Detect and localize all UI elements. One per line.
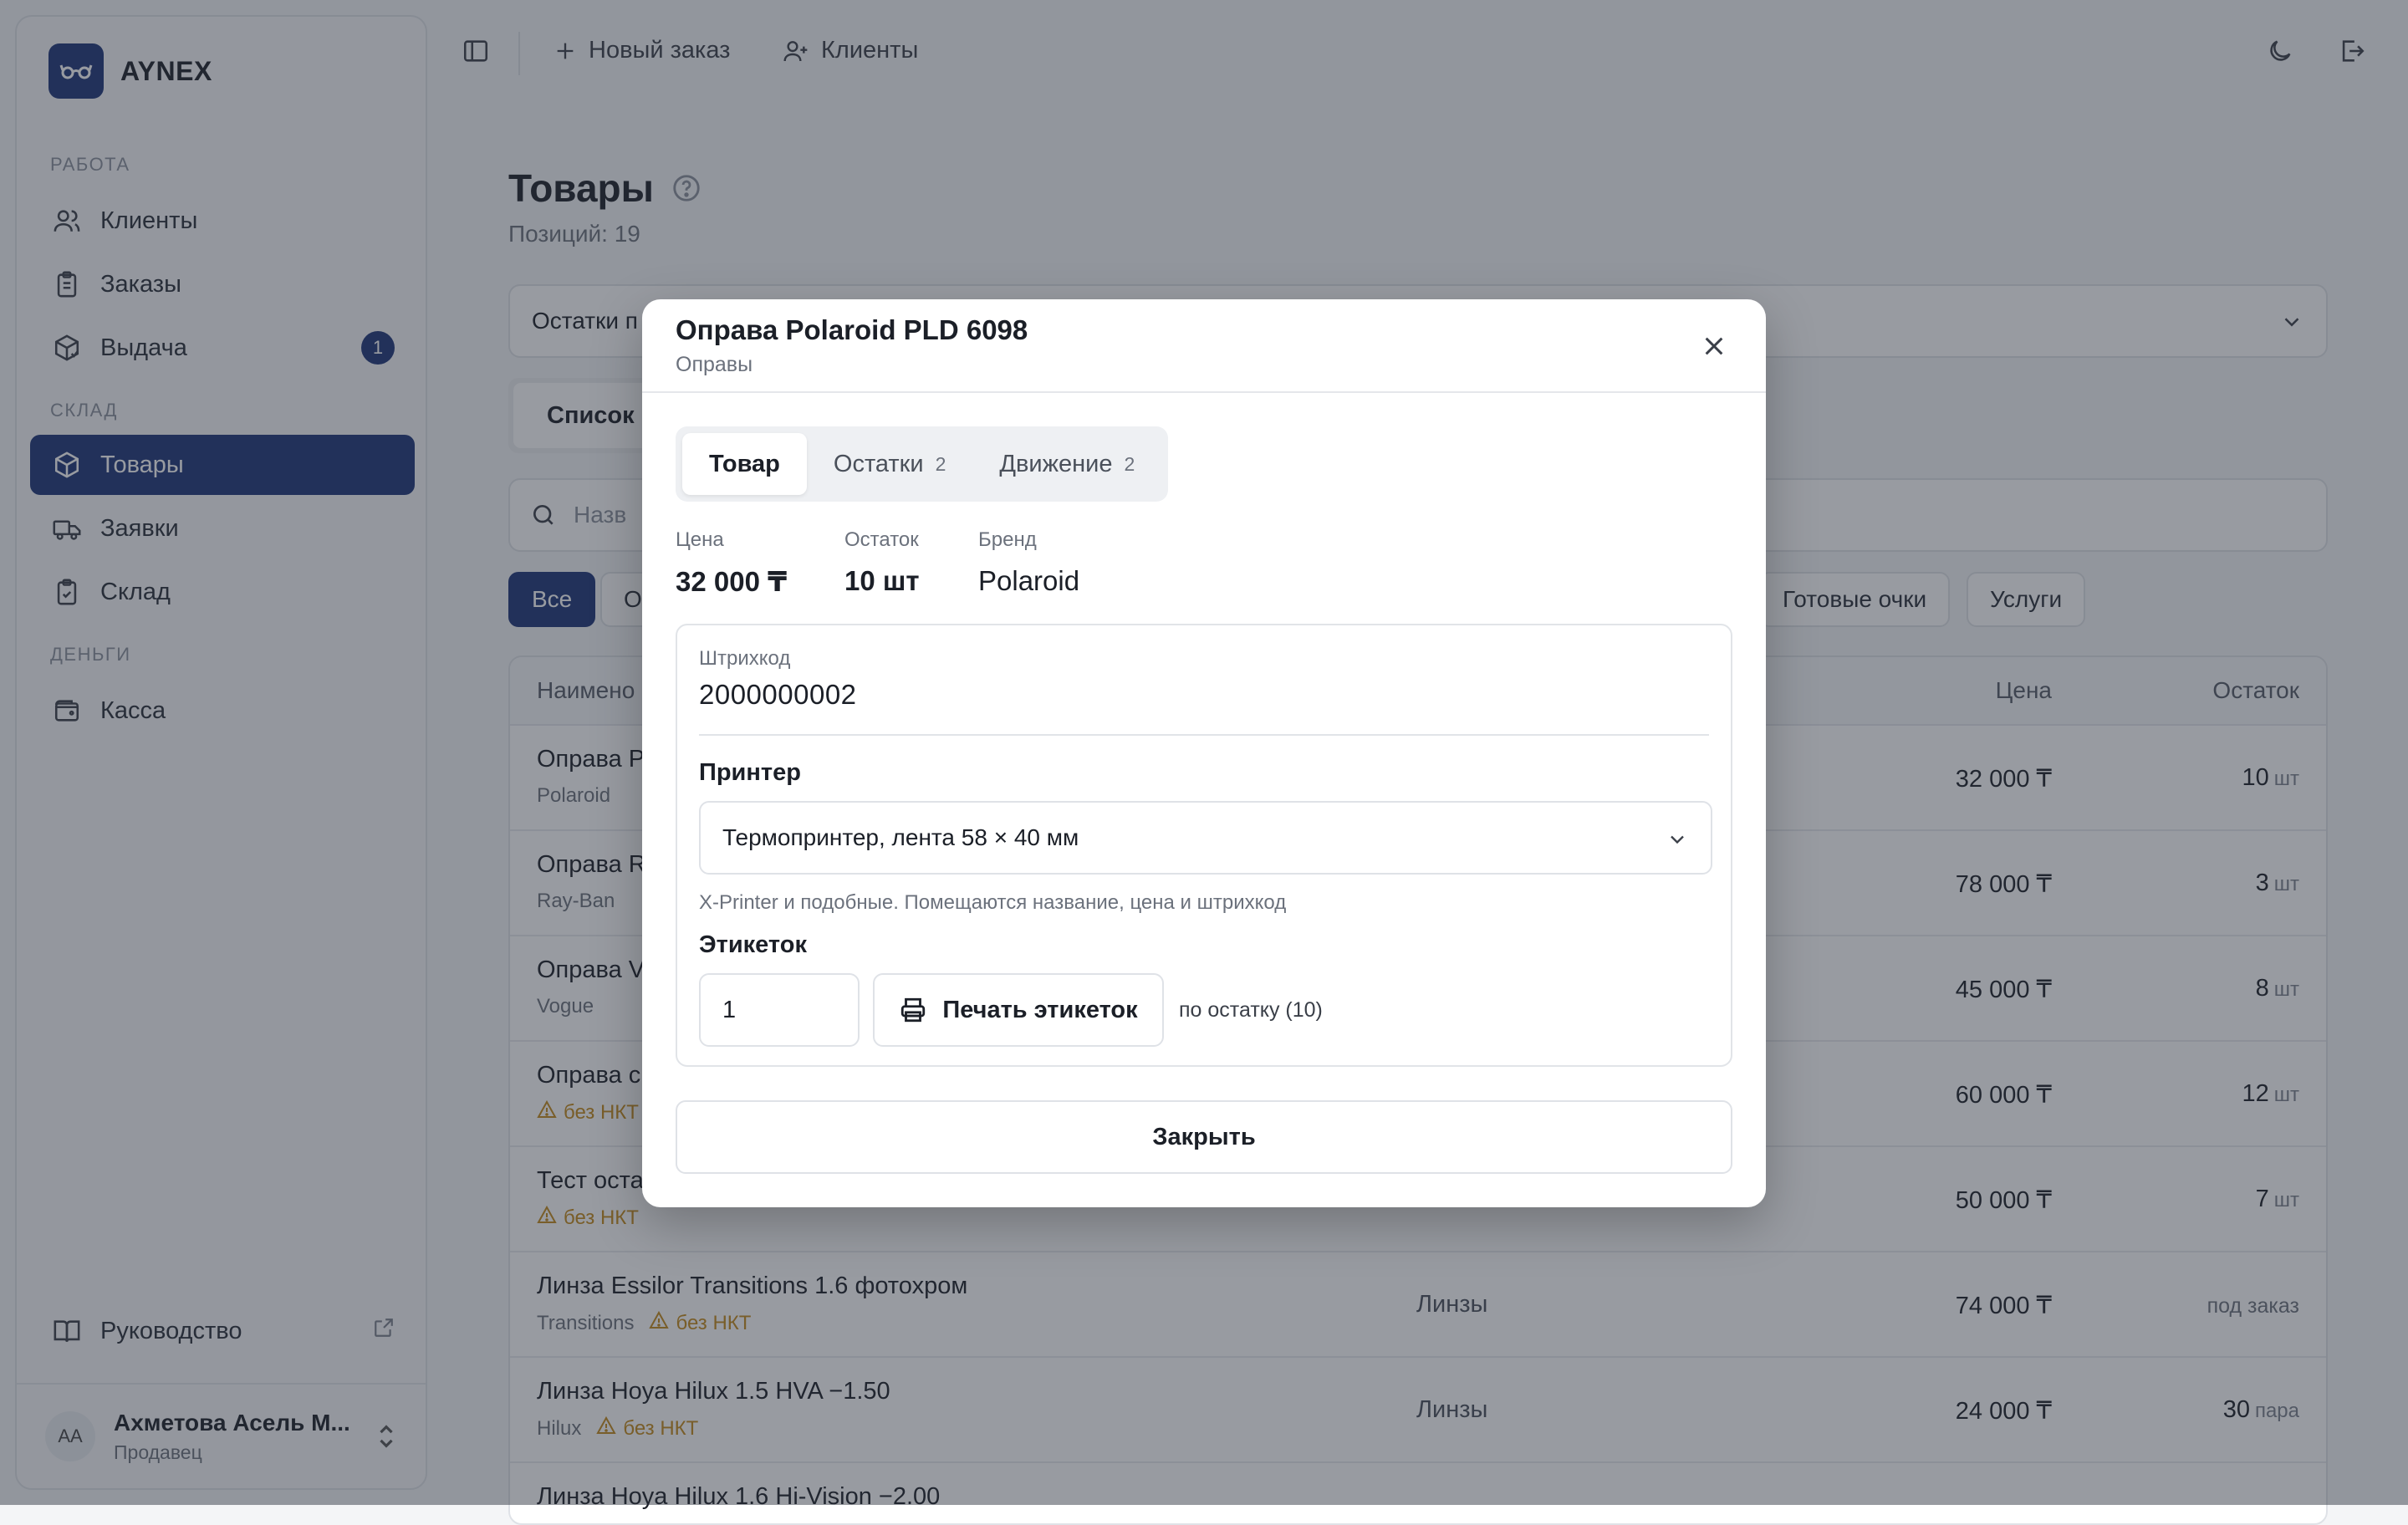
tab-label: Остатки xyxy=(833,450,924,477)
close-icon[interactable] xyxy=(1696,328,1732,365)
labels-by-stock-link[interactable]: по остатку (10) xyxy=(1179,998,1323,1023)
stat-stock: Остаток 10 шт xyxy=(844,528,920,597)
tab-product[interactable]: Товар xyxy=(682,433,807,495)
stat-value: 10 шт xyxy=(844,565,920,596)
tab-stock[interactable]: Остатки 2 xyxy=(807,433,972,495)
printer-label: Принтер xyxy=(699,759,801,786)
chevron-down-icon xyxy=(1666,828,1689,857)
divider xyxy=(699,734,1709,736)
stat-label: Цена xyxy=(676,528,724,551)
print-labels-button[interactable]: Печать этикеток xyxy=(873,973,1164,1047)
dialog-tabs: Товар Остатки 2 Движение 2 xyxy=(676,426,1169,502)
stat-label: Бренд xyxy=(978,528,1037,551)
labels-count-input[interactable]: 1 xyxy=(699,973,860,1047)
dialog-subtitle: Оправы xyxy=(676,353,753,376)
barcode-label: Штрихкод xyxy=(699,647,791,670)
label-print-panel: Штрихкод 2000000002 Принтер Термопринтер… xyxy=(676,624,1732,1067)
tab-movement[interactable]: Движение 2 xyxy=(972,433,1161,495)
dialog-title: Оправа Polaroid PLD 6098 xyxy=(676,314,1028,345)
tab-count: 2 xyxy=(935,452,946,475)
printer-icon xyxy=(899,996,927,1024)
dialog-header: Оправа Polaroid PLD 6098 Оправы xyxy=(642,299,1766,393)
close-button[interactable]: Закрыть xyxy=(676,1100,1732,1174)
printer-select[interactable]: Термопринтер, лента 58 × 40 мм xyxy=(699,801,1712,875)
labels-count-label: Этикеток xyxy=(699,931,807,958)
stat-label: Остаток xyxy=(844,528,919,551)
stat-value: 32 000 ₸ xyxy=(676,566,788,597)
tab-label: Товар xyxy=(709,450,780,477)
print-labels-text: Печать этикеток xyxy=(942,996,1138,1023)
tab-count: 2 xyxy=(1124,452,1135,475)
printer-hint: X-Printer и подобные. Помещаются названи… xyxy=(699,891,1287,914)
barcode-value: 2000000002 xyxy=(699,679,857,710)
printer-select-value: Термопринтер, лента 58 × 40 мм xyxy=(722,824,1079,850)
stat-value: Polaroid xyxy=(978,565,1080,596)
tab-label: Движение xyxy=(999,450,1113,477)
stat-price: Цена 32 000 ₸ xyxy=(676,528,787,598)
product-dialog: Оправа Polaroid PLD 6098 Оправы Товар Ос… xyxy=(642,299,1766,1207)
stat-brand: Бренд Polaroid xyxy=(978,528,1079,597)
